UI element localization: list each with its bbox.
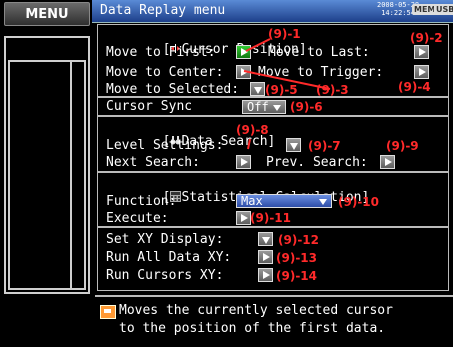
xy-section: Set XY Display: (9)-12 Run All Data XY: …	[97, 227, 449, 291]
callout-9-13: (9)-13	[276, 251, 317, 265]
run-all-data-xy-label: Run All Data XY:	[106, 250, 232, 265]
chevron-down-icon	[319, 199, 327, 205]
function-label: Function:	[106, 194, 177, 209]
info-icon	[100, 305, 116, 319]
execute-label: Execute:	[106, 211, 169, 226]
run-cursors-xy-label: Run Cursors XY:	[106, 268, 224, 283]
cursor-position-section: [Cursor Position] (9)-1 (9)-2 Move to Fi…	[97, 24, 449, 97]
help-line-2: to the position of the first data.	[119, 321, 386, 336]
callout-9-10: (9)-10	[338, 195, 379, 209]
function-select[interactable]: Max	[236, 194, 332, 208]
left-inner-frame	[8, 60, 72, 290]
callout-9-12: (9)-12	[278, 233, 319, 247]
cursor-sync-section: Cursor Sync Off (9)-6	[97, 97, 449, 116]
help-line-1: Moves the currently selected cursor	[119, 303, 393, 318]
usb-badge: USB	[434, 4, 453, 15]
cursor-sync-label: Cursor Sync	[106, 99, 193, 114]
statistical-section: [Statistical Calculation] Function: Max …	[97, 172, 449, 227]
main-panel: [Cursor Position] (9)-1 (9)-2 Move to Fi…	[97, 24, 449, 294]
title-bar: Data Replay menu 2008-05-28 14:22:54 MEM…	[92, 0, 453, 23]
callout-leader-lines	[243, 38, 331, 90]
data-search-section: [Data Search] (9)-8 Level Settings: (9)-…	[97, 116, 449, 172]
callout-leader-lines	[247, 138, 251, 150]
callout-9-14: (9)-14	[276, 269, 317, 283]
execute-button[interactable]	[236, 211, 251, 225]
callout-9-6: (9)-6	[290, 100, 323, 114]
left-panel: MENU	[0, 0, 92, 345]
help-panel: Moves the currently selected cursor to t…	[95, 295, 453, 347]
screen: MENU Data Replay menu 2008-05-28 14:22:5…	[0, 0, 453, 347]
left-scroll-rail[interactable]	[70, 60, 86, 290]
callout-9-11: (9)-11	[250, 211, 291, 225]
chevron-down-icon	[273, 105, 281, 111]
run-all-data-xy-button[interactable]	[258, 250, 273, 264]
set-xy-display-dropdown[interactable]	[258, 232, 273, 246]
cursor-sync-select[interactable]: Off	[242, 100, 286, 114]
menu-button[interactable]: MENU	[4, 2, 90, 26]
window-title: Data Replay menu	[100, 3, 226, 18]
run-cursors-xy-button[interactable]	[258, 268, 273, 282]
set-xy-display-label: Set XY Display:	[106, 232, 224, 247]
cursor-sync-value: Off	[247, 100, 269, 114]
function-value: Max	[241, 194, 263, 208]
